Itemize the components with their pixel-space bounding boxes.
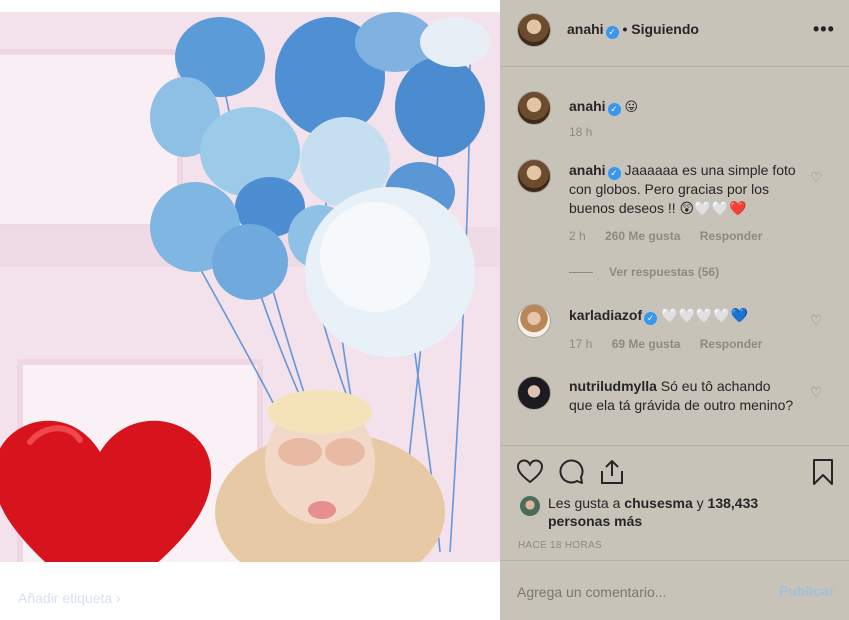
- comment-username[interactable]: anahi: [569, 98, 606, 114]
- comment-time[interactable]: 2 h: [569, 229, 586, 243]
- replies-divider: [569, 272, 593, 274]
- comments-list: anahi ✓ 😛 18 h anahi ✓ Jaaaaaa es una simp…: [500, 67, 849, 445]
- like-heart-icon[interactable]: [516, 458, 544, 486]
- post-author: anahi ✓ • Siguiendo: [567, 21, 699, 39]
- comment-likes[interactable]: 260 Me gusta: [605, 229, 680, 243]
- add-comment-input[interactable]: [517, 581, 757, 603]
- liker-username[interactable]: chusesma: [624, 495, 692, 511]
- author-avatar[interactable]: [517, 13, 551, 47]
- view-replies-button[interactable]: Ver respuestas (56): [569, 265, 719, 279]
- comment-meta: 17 h 69 Me gusta Responder: [569, 337, 778, 351]
- view-replies-label: Ver respuestas (56): [609, 265, 720, 279]
- likes-text: Les gusta a chusesma y 138,433 personas …: [548, 494, 768, 530]
- publish-button[interactable]: Publicar: [779, 583, 834, 599]
- verified-badge-icon: ✓: [607, 103, 621, 116]
- balloons-photo-illustration: [0, 12, 500, 562]
- more-options-icon[interactable]: •••: [813, 19, 835, 40]
- share-upload-icon[interactable]: [598, 458, 626, 486]
- comment-time[interactable]: 18 h: [569, 125, 592, 139]
- header-separator: •: [622, 21, 628, 37]
- comment-meta: 2 h 260 Me gusta Responder: [569, 229, 778, 243]
- add-comment-bar: Publicar: [500, 560, 849, 620]
- comment-avatar[interactable]: [517, 376, 551, 410]
- comment-avatar[interactable]: [517, 159, 551, 193]
- follow-status[interactable]: Siguiendo: [631, 21, 699, 37]
- verified-badge-icon: ✓: [644, 312, 658, 325]
- likes-prefix: Les gusta a: [548, 495, 621, 511]
- comment-body: nutriludmylla Só eu tô achando que ela t…: [569, 377, 797, 415]
- like-comment-heart-icon[interactable]: ♡: [810, 169, 823, 186]
- verified-badge-icon: ✓: [607, 167, 621, 180]
- like-comment-heart-icon[interactable]: ♡: [810, 384, 823, 401]
- author-username[interactable]: anahi: [567, 21, 604, 37]
- comment-username[interactable]: anahi: [569, 162, 606, 178]
- verified-badge-icon: ✓: [605, 26, 619, 39]
- comment-likes[interactable]: 69 Me gusta: [612, 337, 681, 351]
- post-timestamp[interactable]: HACE 18 HORAS: [518, 540, 602, 551]
- comment-username[interactable]: karladiazof: [569, 307, 642, 323]
- comment-time[interactable]: 17 h: [569, 337, 592, 351]
- comment-text: 😛: [624, 99, 639, 114]
- like-comment-heart-icon[interactable]: ♡: [810, 312, 823, 329]
- comment-body: anahi ✓ 😛: [569, 97, 797, 116]
- comment-meta: 18 h: [569, 125, 608, 139]
- comment-bubble-icon[interactable]: [557, 458, 585, 486]
- reply-button[interactable]: Responder: [700, 229, 763, 243]
- comment-body: anahi ✓ Jaaaaaa es una simple foto con gl…: [569, 161, 797, 218]
- post-header: anahi ✓ • Siguiendo •••: [500, 0, 849, 67]
- comment-username[interactable]: nutriludmylla: [569, 378, 657, 394]
- post-photo[interactable]: [0, 12, 500, 562]
- photo-tag-link[interactable]: Añadir etiqueta ›: [18, 590, 121, 606]
- comment-avatar[interactable]: [517, 304, 551, 338]
- likes-connector: y: [696, 495, 704, 511]
- liker-avatar[interactable]: [520, 496, 540, 516]
- comment-body: karladiazof ✓ 🤍🤍🤍🤍💙: [569, 306, 797, 325]
- reply-button[interactable]: Responder: [700, 337, 763, 351]
- save-bookmark-icon[interactable]: [809, 458, 837, 486]
- post-photo-area: Añadir etiqueta ›: [0, 0, 500, 620]
- comment-text: 🤍🤍🤍🤍💙: [661, 307, 749, 323]
- comment-avatar[interactable]: [517, 91, 551, 125]
- post-side-panel: anahi ✓ • Siguiendo ••• anahi ✓ 😛 18 h ana…: [500, 0, 849, 620]
- post-actions: Les gusta a chusesma y 138,433 personas …: [500, 445, 849, 560]
